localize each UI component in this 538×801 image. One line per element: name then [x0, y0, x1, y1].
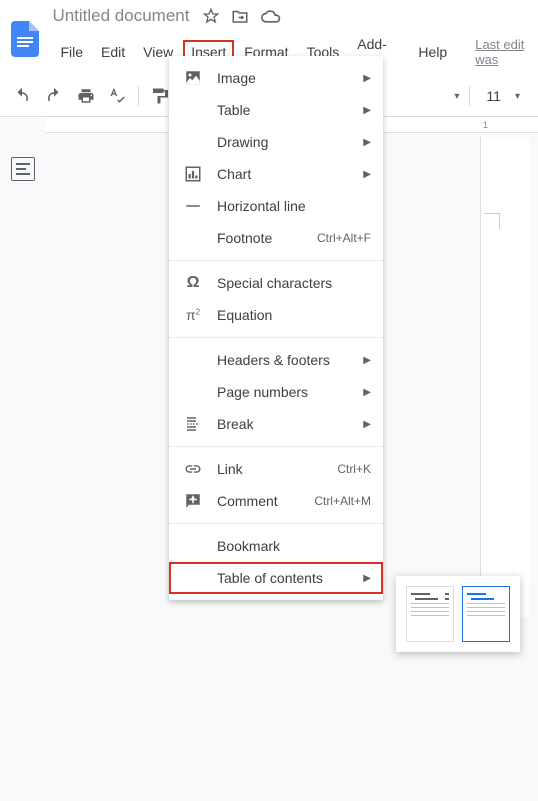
star-icon[interactable] — [203, 8, 219, 24]
document-title[interactable]: Untitled document — [52, 6, 189, 26]
menu-item-page-numbers[interactable]: Page numbers▶ — [169, 376, 383, 408]
submenu-arrow-icon: ▶ — [363, 169, 371, 180]
move-icon[interactable] — [231, 7, 249, 25]
menu-item-equation[interactable]: π2Equation — [169, 299, 383, 331]
menu-item-link[interactable]: LinkCtrl+K — [169, 453, 383, 485]
submenu-arrow-icon: ▶ — [363, 73, 371, 84]
blank-icon — [183, 568, 203, 588]
menu-item-drawing[interactable]: Drawing▶ — [169, 126, 383, 158]
blank-icon — [183, 536, 203, 556]
menu-edit[interactable]: Edit — [93, 40, 133, 64]
docs-logo[interactable] — [8, 18, 42, 60]
menu-file[interactable]: File — [52, 40, 91, 64]
document-page[interactable] — [480, 137, 530, 617]
submenu-arrow-icon: ▶ — [363, 355, 371, 366]
toc-plain-option[interactable] — [406, 586, 454, 642]
submenu-arrow-icon: ▶ — [363, 387, 371, 398]
menu-item-comment[interactable]: CommentCtrl+Alt+M — [169, 485, 383, 517]
break-icon — [183, 414, 203, 434]
menu-item-table[interactable]: Table▶ — [169, 94, 383, 126]
outline-toggle[interactable] — [11, 157, 35, 181]
blank-icon — [183, 228, 203, 248]
toc-submenu — [396, 576, 520, 652]
print-button[interactable] — [72, 82, 100, 110]
pi-icon: π2 — [183, 305, 203, 325]
submenu-arrow-icon: ▶ — [363, 105, 371, 116]
spellcheck-button[interactable] — [104, 82, 132, 110]
menu-item-horizontal-line[interactable]: Horizontal line — [169, 190, 383, 222]
menu-item-break[interactable]: Break▶ — [169, 408, 383, 440]
undo-button[interactable] — [8, 82, 36, 110]
cloud-icon[interactable] — [261, 8, 281, 24]
comment-icon — [183, 491, 203, 511]
font-size-input[interactable]: 11 — [480, 88, 507, 104]
submenu-arrow-icon: ▶ — [363, 573, 371, 584]
insert-dropdown: Image▶Table▶Drawing▶Chart▶Horizontal lin… — [169, 56, 383, 600]
hline-icon — [183, 196, 203, 216]
blank-icon — [183, 132, 203, 152]
menu-item-special-characters[interactable]: ΩSpecial characters — [169, 267, 383, 299]
submenu-arrow-icon: ▶ — [363, 419, 371, 430]
menu-item-chart[interactable]: Chart▶ — [169, 158, 383, 190]
blank-icon — [183, 100, 203, 120]
menu-help[interactable]: Help — [410, 40, 455, 64]
font-family-dropdown[interactable]: ▾ — [454, 91, 459, 102]
omega-icon: Ω — [183, 273, 203, 293]
submenu-arrow-icon: ▶ — [363, 137, 371, 148]
chart-icon — [183, 164, 203, 184]
menu-item-table-of-contents[interactable]: Table of contents▶ — [169, 562, 383, 594]
blank-icon — [183, 382, 203, 402]
menu-item-headers-&-footers[interactable]: Headers & footers▶ — [169, 344, 383, 376]
link-icon — [183, 459, 203, 479]
menu-item-footnote[interactable]: FootnoteCtrl+Alt+F — [169, 222, 383, 254]
toc-links-option[interactable] — [462, 586, 510, 642]
font-size-dropdown[interactable]: ▾ — [515, 91, 520, 102]
menu-item-bookmark[interactable]: Bookmark — [169, 530, 383, 562]
menu-item-image[interactable]: Image▶ — [169, 62, 383, 94]
blank-icon — [183, 350, 203, 370]
image-icon — [183, 68, 203, 88]
last-edit-link[interactable]: Last edit was — [475, 37, 538, 67]
redo-button[interactable] — [40, 82, 68, 110]
